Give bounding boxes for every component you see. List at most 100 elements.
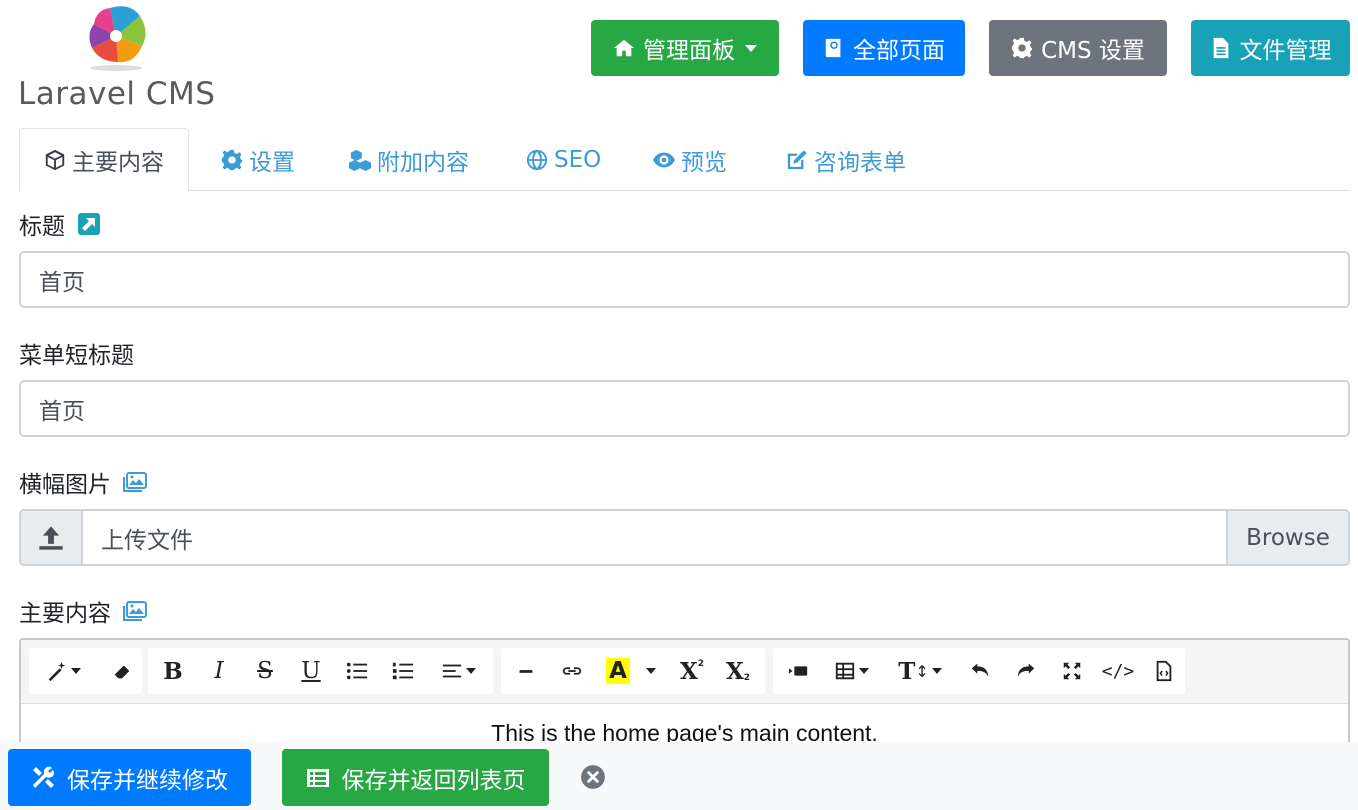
subscript-glyph: X <box>725 657 744 685</box>
home-icon <box>613 39 635 57</box>
eye-icon <box>653 152 675 167</box>
chevron-down-icon <box>645 668 656 674</box>
banner-label-row: 横幅图片 <box>19 465 147 499</box>
logo-text: Laravel CMS <box>18 76 216 112</box>
save-return-label: 保存并返回列表页 <box>341 767 526 794</box>
tab-bar: 主要内容 设置 附加内容 SEO 预览 咨询表单 <box>19 128 1350 191</box>
subscript-button[interactable]: X2 <box>715 648 761 694</box>
file-manager-button[interactable]: 文件管理 <box>1191 20 1350 76</box>
bold-button[interactable]: B <box>150 648 196 694</box>
underline-button[interactable]: U <box>288 648 334 694</box>
tab-additional-content[interactable]: 附加内容 <box>349 128 469 191</box>
eraser-button[interactable] <box>101 648 143 694</box>
align-icon <box>442 664 461 678</box>
upload-icon <box>39 525 63 550</box>
title-label: 标题 <box>19 214 65 240</box>
tab-inquiry-form[interactable]: 咨询表单 <box>786 128 906 191</box>
external-link-icon[interactable] <box>77 212 101 236</box>
header: Laravel CMS 管理面板 全部页面 CMS 设置 文件管理 <box>0 0 1358 120</box>
chevron-down-icon <box>745 44 757 52</box>
ordered-list-button[interactable] <box>380 648 426 694</box>
code-view-button[interactable]: </> <box>1095 648 1141 694</box>
file-manager-button-label: 文件管理 <box>1239 38 1332 64</box>
toolbar-group-insert: A X2 X2 <box>501 648 765 694</box>
save-return-button[interactable]: 保存并返回列表页 <box>282 749 549 806</box>
logo[interactable]: Laravel CMS <box>18 2 218 112</box>
help-button[interactable] <box>1141 648 1187 694</box>
video-icon <box>788 666 808 676</box>
horizontal-rule-button[interactable] <box>503 648 549 694</box>
tab-inquiry-form-label: 咨询表单 <box>814 149 906 176</box>
title-input[interactable]: 首页 <box>19 251 1350 308</box>
magic-button[interactable] <box>37 648 89 694</box>
redo-icon <box>1017 663 1035 677</box>
tab-preview[interactable]: 预览 <box>653 128 727 191</box>
font-size-button[interactable]: T ↕ <box>885 648 955 694</box>
redo-button[interactable] <box>1003 648 1049 694</box>
cms-settings-button[interactable]: CMS 设置 <box>989 20 1167 76</box>
help-icon <box>1156 660 1172 682</box>
undo-button[interactable] <box>957 648 1003 694</box>
font-color-dropdown[interactable] <box>635 648 663 694</box>
toolbar-group-font: B I S U <box>148 648 493 694</box>
menu-title-input[interactable]: 首页 <box>19 380 1350 437</box>
menu-title-label: 菜单短标题 <box>19 343 134 369</box>
magic-icon <box>48 661 65 682</box>
images-icon <box>123 601 147 621</box>
horizontal-rule-icon <box>519 670 533 673</box>
font-color-icon: A <box>606 658 630 684</box>
edit-icon <box>787 149 807 169</box>
tab-main-content[interactable]: 主要内容 <box>19 128 189 191</box>
all-pages-button[interactable]: 全部页面 <box>803 20 965 76</box>
tab-main-content-label: 主要内容 <box>72 149 164 176</box>
chevron-down-icon <box>858 668 869 674</box>
superscript-glyph: X <box>679 657 698 685</box>
upload-icon-box <box>21 511 83 564</box>
images-icon <box>123 472 147 492</box>
tab-settings[interactable]: 设置 <box>221 128 295 191</box>
eraser-icon <box>114 665 130 679</box>
close-icon[interactable] <box>580 764 606 790</box>
upload-file-text[interactable]: 上传文件 <box>83 511 1226 564</box>
bottom-action-bar: 保存并继续修改 保存并返回列表页 <box>0 742 1358 810</box>
main-content-label-row: 主要内容 <box>19 594 147 628</box>
fullscreen-button[interactable] <box>1049 648 1095 694</box>
toolbar-group-misc: </> <box>957 648 1185 694</box>
font-size-icon: T <box>898 657 916 685</box>
link-button[interactable] <box>549 648 595 694</box>
dashboard-button[interactable]: 管理面板 <box>591 20 779 76</box>
file-icon <box>1213 37 1228 59</box>
italic-button[interactable]: I <box>196 648 242 694</box>
toolbar-group-style <box>29 648 142 694</box>
align-button[interactable] <box>428 648 488 694</box>
title-input-value: 首页 <box>39 269 85 296</box>
chevron-down-icon <box>465 668 476 674</box>
cubes-icon <box>349 149 371 171</box>
save-continue-button[interactable]: 保存并继续修改 <box>8 749 251 806</box>
tab-seo[interactable]: SEO <box>526 128 601 191</box>
menu-title-input-value: 首页 <box>39 398 85 425</box>
browse-button[interactable]: Browse <box>1226 511 1348 564</box>
unordered-list-icon <box>346 662 368 680</box>
chevron-down-icon <box>931 668 942 674</box>
table-button[interactable] <box>823 648 879 694</box>
menu-title-label-row: 菜单短标题 <box>19 336 134 370</box>
tab-preview-label: 预览 <box>681 149 727 176</box>
unordered-list-button[interactable] <box>334 648 380 694</box>
ordered-list-icon <box>392 662 414 680</box>
gear-icon <box>1011 37 1033 59</box>
tools-icon <box>33 766 54 788</box>
globe-icon <box>526 149 548 170</box>
link-icon <box>562 667 582 675</box>
save-continue-label: 保存并继续修改 <box>67 767 228 794</box>
banner-label: 横幅图片 <box>19 472 111 498</box>
strikethrough-button[interactable]: S <box>242 648 288 694</box>
banner-file-upload[interactable]: 上传文件 Browse <box>19 509 1350 566</box>
video-button[interactable] <box>775 648 821 694</box>
fullscreen-icon <box>1063 662 1081 680</box>
superscript-button[interactable]: X2 <box>669 648 715 694</box>
all-pages-button-label: 全部页面 <box>853 38 945 64</box>
table-icon <box>835 662 854 680</box>
logo-mark-icon <box>89 6 146 71</box>
gear-icon <box>221 149 243 170</box>
